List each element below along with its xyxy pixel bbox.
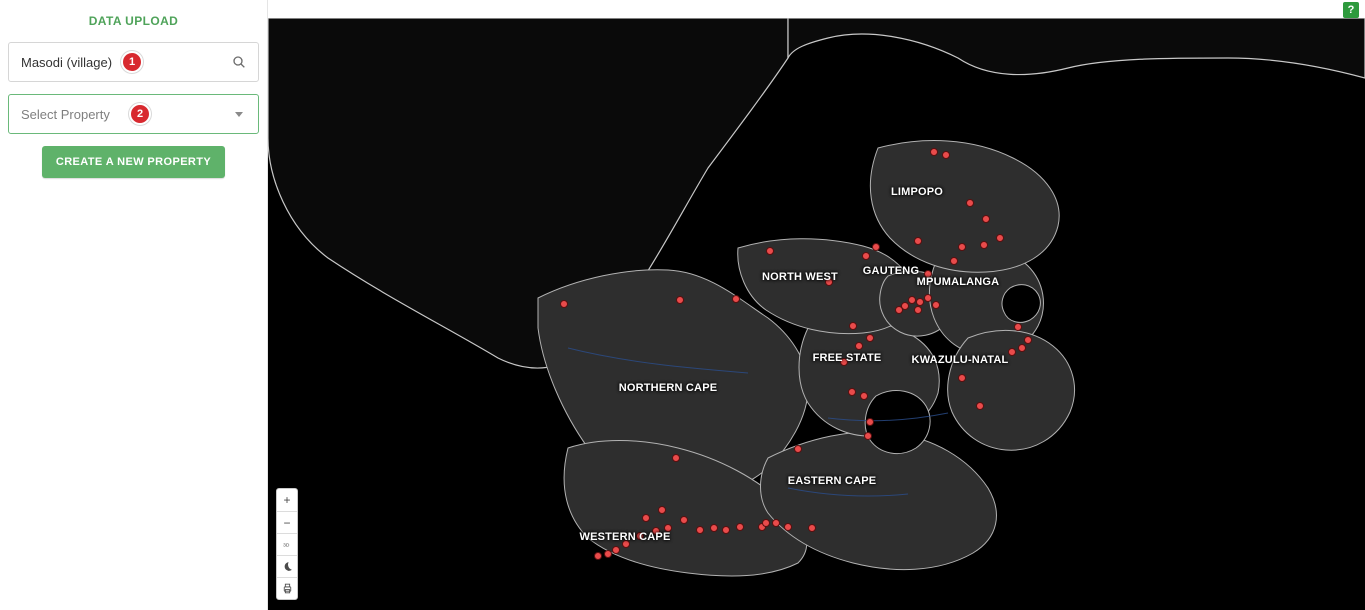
- property-marker[interactable]: [916, 298, 924, 306]
- property-marker[interactable]: [872, 243, 880, 251]
- property-marker[interactable]: [766, 247, 774, 255]
- property-marker[interactable]: [864, 432, 872, 440]
- property-marker[interactable]: [932, 301, 940, 309]
- main: ?: [268, 0, 1365, 610]
- property-marker[interactable]: [732, 295, 740, 303]
- property-marker[interactable]: [866, 334, 874, 342]
- top-bar: [268, 0, 1365, 18]
- property-marker[interactable]: [980, 241, 988, 249]
- property-marker[interactable]: [958, 243, 966, 251]
- property-marker[interactable]: [950, 257, 958, 265]
- property-marker[interactable]: [594, 552, 602, 560]
- property-marker[interactable]: [866, 418, 874, 426]
- property-marker[interactable]: [914, 306, 922, 314]
- chevron-down-icon: [230, 105, 248, 123]
- property-marker[interactable]: [1014, 323, 1022, 331]
- property-marker[interactable]: [676, 296, 684, 304]
- property-marker[interactable]: [966, 199, 974, 207]
- property-marker[interactable]: [860, 392, 868, 400]
- svg-text:3D: 3D: [283, 543, 290, 549]
- search-icon[interactable]: [230, 53, 248, 71]
- province-label: FREE STATE: [813, 352, 882, 364]
- property-marker[interactable]: [982, 215, 990, 223]
- tilt-3d-button[interactable]: 3D: [277, 533, 297, 555]
- property-marker[interactable]: [672, 454, 680, 462]
- province-label: MPUMALANGA: [917, 276, 1000, 288]
- property-marker[interactable]: [658, 506, 666, 514]
- property-marker[interactable]: [908, 296, 916, 304]
- map[interactable]: LIMPOPO NORTH WEST GAUTENGMPUMALANGA FREE S…: [268, 18, 1365, 610]
- property-marker[interactable]: [680, 516, 688, 524]
- create-property-button[interactable]: CREATE A NEW PROPERTY: [42, 146, 225, 178]
- province-label: EASTERN CAPE: [788, 475, 877, 487]
- property-marker[interactable]: [1024, 336, 1032, 344]
- property-marker[interactable]: [762, 519, 770, 527]
- enclave-lesotho: [865, 391, 930, 454]
- province-label: NORTH WEST: [762, 271, 838, 283]
- property-marker[interactable]: [772, 519, 780, 527]
- province-label: NORTHERN CAPE: [619, 382, 718, 394]
- property-marker[interactable]: [976, 402, 984, 410]
- map-canvas: [268, 18, 1365, 610]
- property-marker[interactable]: [942, 151, 950, 159]
- map-controls: + − 3D: [276, 488, 298, 600]
- sidebar: DATA UPLOAD 1 Select Property 2 CREATE A…: [0, 0, 268, 610]
- property-marker[interactable]: [895, 306, 903, 314]
- theme-toggle-button[interactable]: [277, 555, 297, 577]
- property-marker[interactable]: [784, 523, 792, 531]
- property-marker[interactable]: [958, 374, 966, 382]
- property-marker[interactable]: [1008, 348, 1016, 356]
- property-marker[interactable]: [604, 550, 612, 558]
- property-marker[interactable]: [996, 234, 1004, 242]
- step-badge-2: 2: [129, 103, 151, 125]
- property-marker[interactable]: [736, 523, 744, 531]
- property-marker[interactable]: [849, 322, 857, 330]
- help-button[interactable]: ?: [1343, 2, 1359, 18]
- property-marker[interactable]: [855, 342, 863, 350]
- property-marker[interactable]: [848, 388, 856, 396]
- zoom-out-button[interactable]: −: [277, 511, 297, 533]
- search-field[interactable]: 1: [8, 42, 259, 82]
- property-marker[interactable]: [862, 252, 870, 260]
- property-marker[interactable]: [930, 148, 938, 156]
- zoom-in-button[interactable]: +: [277, 489, 297, 511]
- step-badge-1: 1: [121, 51, 143, 73]
- property-marker[interactable]: [722, 526, 730, 534]
- property-marker[interactable]: [560, 300, 568, 308]
- property-marker[interactable]: [924, 294, 932, 302]
- province-label: GAUTENG: [863, 265, 919, 277]
- province-label: LIMPOPO: [891, 186, 943, 198]
- property-select-placeholder: Select Property: [21, 107, 230, 122]
- province-label: KWAZULU-NATAL: [912, 354, 1009, 366]
- property-select[interactable]: Select Property 2: [8, 94, 259, 134]
- print-button[interactable]: [277, 577, 297, 599]
- property-marker[interactable]: [808, 524, 816, 532]
- sidebar-title: DATA UPLOAD: [8, 6, 259, 42]
- property-marker[interactable]: [696, 526, 704, 534]
- property-marker[interactable]: [1018, 344, 1026, 352]
- property-marker[interactable]: [710, 524, 718, 532]
- province-label: WESTERN CAPE: [579, 531, 670, 543]
- property-marker[interactable]: [794, 445, 802, 453]
- property-marker[interactable]: [914, 237, 922, 245]
- property-marker[interactable]: [642, 514, 650, 522]
- neighbour-north: [788, 18, 1365, 78]
- property-marker[interactable]: [612, 546, 620, 554]
- enclave-eswatini: [1002, 285, 1040, 323]
- province-limpopo: [870, 141, 1059, 273]
